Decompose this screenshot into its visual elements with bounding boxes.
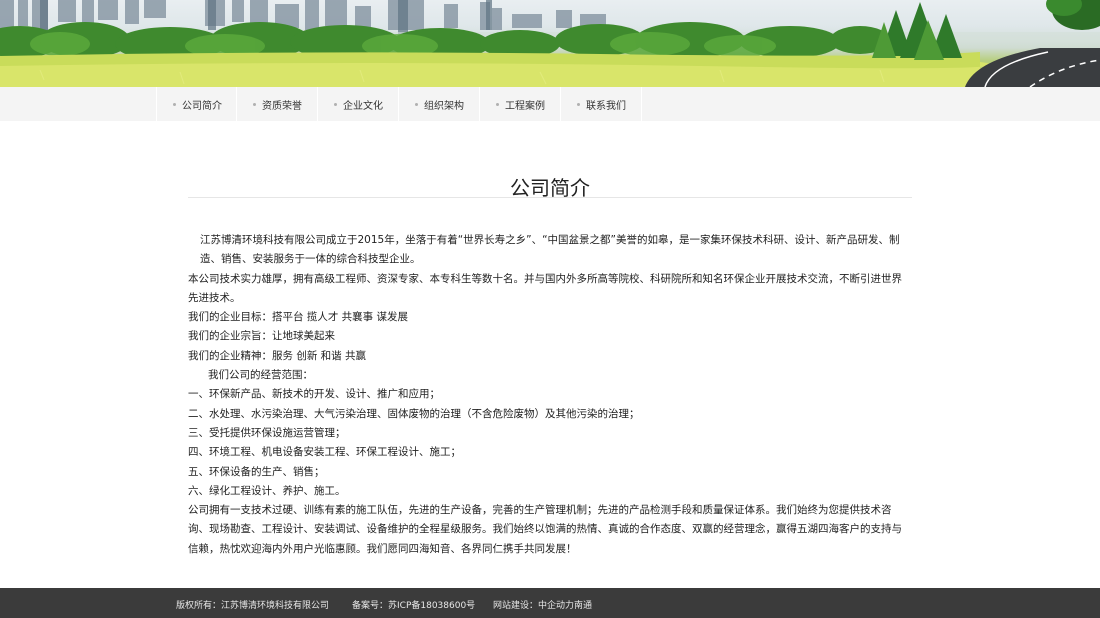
bullet-icon bbox=[173, 102, 176, 106]
footer-icp[interactable]: 备案号：苏ICP备18038600号 bbox=[352, 598, 475, 611]
nav-list: 公司简介 资质荣誉 企业文化 组织架构 工程案例 联系我们 bbox=[156, 87, 642, 121]
nav-item-honors[interactable]: 资质荣誉 bbox=[237, 87, 318, 121]
paragraph: 三、受托提供环保设施运营管理； bbox=[188, 426, 346, 439]
paragraph: 二、水处理、水污染治理、大气污染治理、固体废物的治理（不含危险废物）及其他污染的… bbox=[188, 407, 640, 420]
paragraph: 公司拥有一支技术过硬、训练有素的施工队伍，先进的生产设备，完善的生产管理机制；先… bbox=[188, 504, 902, 555]
nav-item-contact[interactable]: 联系我们 bbox=[561, 87, 642, 121]
paragraph: 本公司技术实力雄厚，拥有高级工程师、资深专家、本专科生等数十名。并与国内外多所高… bbox=[188, 272, 902, 304]
footer-copyright: 版权所有：江苏博清环境科技有限公司 bbox=[176, 601, 330, 611]
paragraph: 我们公司的经营范围： bbox=[208, 369, 313, 382]
nav-item-company-profile[interactable]: 公司简介 bbox=[156, 87, 237, 121]
nav-label: 联系我们 bbox=[586, 100, 626, 112]
paragraph: 四、环境工程、机电设备安装工程、环保工程设计、施工； bbox=[188, 446, 461, 459]
bullet-icon bbox=[496, 102, 499, 106]
paragraph: 一、环保新产品、新技术的开发、设计、推广和应用； bbox=[188, 388, 440, 401]
banner-illustration bbox=[0, 0, 1100, 87]
nav-label: 企业文化 bbox=[343, 100, 383, 112]
paragraph: 六、绿化工程设计、养护、施工。 bbox=[188, 484, 346, 497]
nav-label: 公司简介 bbox=[182, 100, 222, 112]
bullet-icon bbox=[253, 102, 256, 106]
bullet-icon bbox=[334, 102, 337, 106]
paragraph: 江苏博清环境科技有限公司成立于2015年，坐落于有着“世界长寿之乡”、“中国盆景… bbox=[200, 234, 900, 266]
nav-item-culture[interactable]: 企业文化 bbox=[318, 87, 399, 121]
header-banner bbox=[0, 0, 1100, 87]
site-footer: 版权所有：江苏博清环境科技有限公司 备案号：苏ICP备18038600号 网站建… bbox=[0, 588, 1100, 618]
title-divider bbox=[188, 197, 912, 198]
main-nav: 公司简介 资质荣誉 企业文化 组织架构 工程案例 联系我们 bbox=[0, 87, 1100, 121]
article-body: 江苏博清环境科技有限公司成立于2015年，坐落于有着“世界长寿之乡”、“中国盆景… bbox=[188, 231, 912, 559]
nav-label: 工程案例 bbox=[505, 100, 545, 112]
nav-item-organization[interactable]: 组织架构 bbox=[399, 87, 480, 121]
paragraph: 我们的企业精神：服务 创新 和谐 共赢 bbox=[188, 349, 367, 362]
paragraph: 我们的企业宗旨：让地球美起来 bbox=[188, 330, 335, 343]
paragraph: 我们的企业目标：搭平台 揽人才 共襄事 谋发展 bbox=[188, 311, 409, 324]
nav-label: 组织架构 bbox=[424, 100, 464, 112]
nav-item-cases[interactable]: 工程案例 bbox=[480, 87, 561, 121]
bullet-icon bbox=[415, 102, 418, 106]
footer-builder[interactable]: 网站建设：中企动力南通 bbox=[493, 598, 592, 611]
nav-label: 资质荣誉 bbox=[262, 100, 302, 112]
bullet-icon bbox=[577, 102, 580, 106]
paragraph: 五、环保设备的生产、销售； bbox=[188, 465, 325, 478]
